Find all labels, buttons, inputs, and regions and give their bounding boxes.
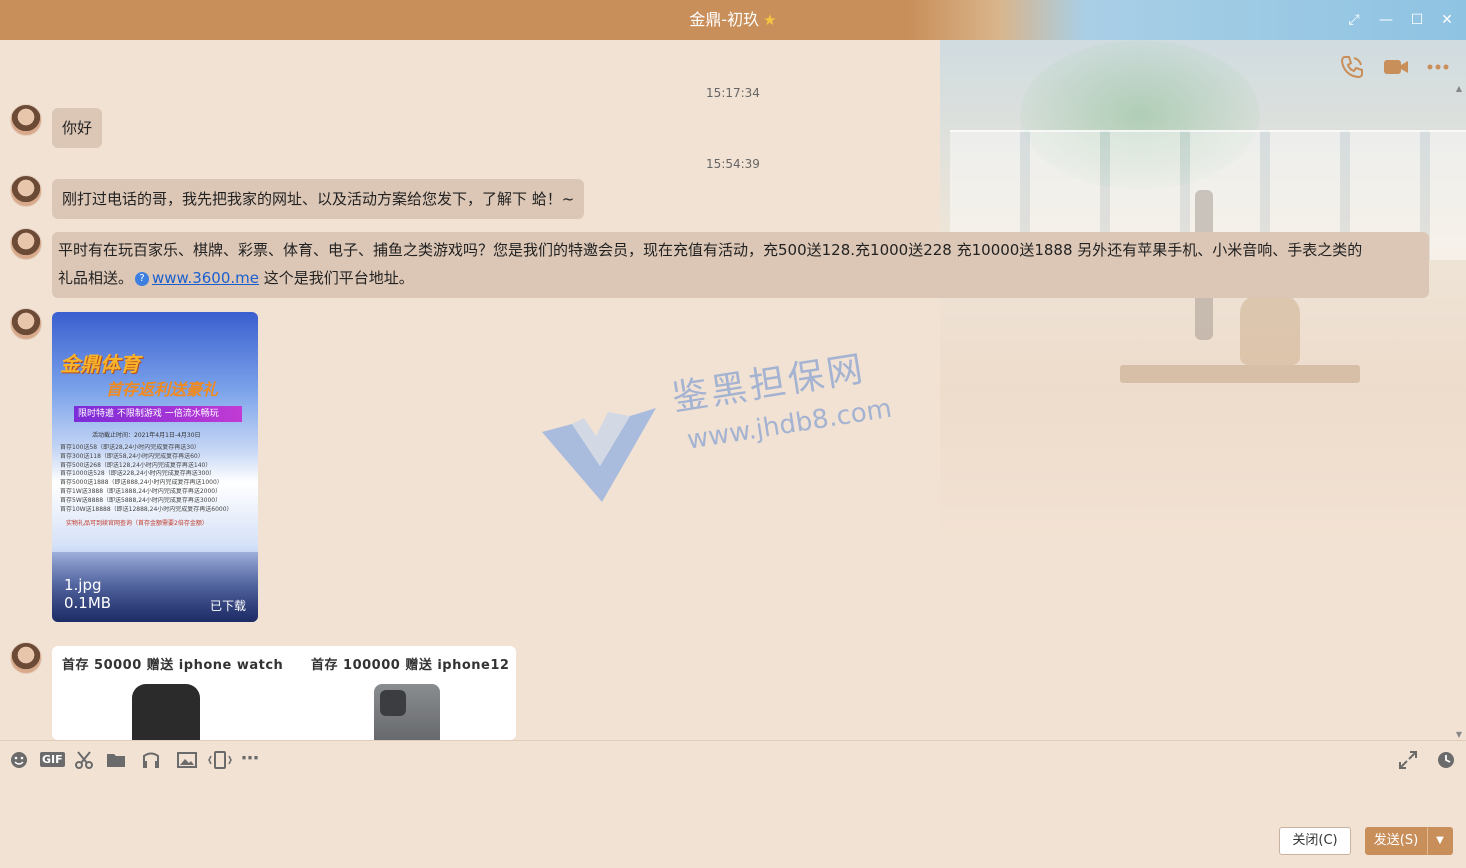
poster-offer-list: 首存100送58（即送28,24小时内完成复存再送30） 首存300送118（即… — [60, 444, 256, 514]
bench-illustration — [1120, 365, 1360, 383]
star-icon: ★ — [763, 11, 777, 29]
timestamp: 15:17:34 — [706, 86, 760, 100]
poster-offer-line: 首存5000送1888（即送888,24小时内完成复存再送1000） — [60, 479, 223, 487]
product-title-phone: 首存 100000 赠送 iphone12 — [311, 658, 510, 673]
iphone-image — [374, 684, 440, 740]
music-icon[interactable] — [141, 750, 161, 770]
screenshot-scissors-icon[interactable] — [74, 750, 94, 770]
image-message-poster[interactable]: 金鼎体育 首存返利送豪礼 限时特邀 不限制游戏 一倍流水畅玩 活动截止时间：20… — [52, 312, 258, 622]
restore-icon[interactable]: ⤢ — [1342, 8, 1366, 32]
window-title: 金鼎-初玖 ★ — [0, 0, 1466, 40]
chat-contact-name: 金鼎-初玖 — [689, 10, 760, 29]
gif-icon[interactable]: GIF — [40, 750, 65, 770]
platform-link[interactable]: www.3600.me — [152, 269, 259, 287]
scroll-up-icon[interactable]: ▲ — [1454, 84, 1464, 94]
poster-offer-line: 首存300送118（即送58,24小时内完成复存再送60） — [60, 452, 204, 460]
close-button[interactable]: 关闭(C) — [1279, 827, 1351, 855]
more-tools-icon[interactable]: ⋯ — [241, 750, 265, 770]
gif-label: GIF — [40, 752, 65, 767]
divider — [0, 740, 1466, 741]
watermark: 鉴黑担保网 www.jhdb8.com — [668, 336, 893, 457]
more-icon[interactable] — [1425, 54, 1451, 80]
close-window-button[interactable]: ✕ — [1435, 8, 1459, 32]
message-text: 刚打过电话的哥，我先把我家的网址、以及活动方案给您发下，了解下 蛤！~ — [62, 190, 575, 208]
message-input[interactable] — [0, 780, 1466, 824]
message-text: 礼品相送。? www.3600.me 这个是我们平台地址。 — [58, 264, 1423, 292]
message-bubble[interactable]: 你好 — [52, 108, 103, 148]
image-icon[interactable] — [177, 750, 197, 770]
message-text-part: 礼品相送。 — [58, 269, 134, 287]
avatar[interactable] — [10, 104, 42, 136]
poster-offer-line: 首存10W送18888（即送12888,24小时内完成复存再送6000） — [60, 505, 233, 513]
message-text: 平时有在玩百家乐、棋牌、彩票、体育、电子、捕鱼之类游戏吗？您是我们的特邀会员，现… — [58, 241, 1363, 259]
expand-icon[interactable] — [1398, 750, 1418, 770]
avatar[interactable] — [10, 175, 42, 207]
poster-tag: 限时特邀 不限制游戏 一倍流水畅玩 — [74, 406, 242, 422]
avatar[interactable] — [10, 642, 42, 674]
message-text: 你好 — [62, 119, 93, 137]
file-name: 1.jpg — [64, 576, 102, 594]
poster-offer-line: 首存100送58（即送28,24小时内完成复存再送30） — [60, 444, 200, 451]
send-options-dropdown[interactable]: ▼ — [1427, 827, 1453, 855]
watermark-logo — [542, 408, 656, 502]
message-bubble[interactable]: 刚打过电话的哥，我先把我家的网址、以及活动方案给您发下，了解下 蛤！~ — [52, 179, 585, 219]
product-title-watch: 首存 50000 赠送 iphone watch — [62, 658, 284, 673]
timestamp: 15:54:39 — [706, 157, 760, 171]
poster-offer-line: 首存500送268（即送128,24小时内完成复存再送140） — [60, 461, 212, 469]
backpack-illustration — [1240, 295, 1300, 365]
poster-subtitle: 首存返利送豪礼 — [106, 380, 219, 399]
download-status: 已下载 — [209, 599, 246, 613]
message-bubble[interactable]: 平时有在玩百家乐、棋牌、彩票、体育、电子、捕鱼之类游戏吗？您是我们的特邀会员，现… — [52, 232, 1429, 298]
file-size: 0.1MB — [64, 594, 112, 612]
apple-watch-image — [132, 676, 200, 740]
avatar[interactable] — [10, 228, 42, 260]
poster-offer-line: 首存1000送528（即送228,24小时内完成复存再送300） — [60, 470, 216, 478]
shake-icon[interactable] — [208, 750, 232, 770]
emoji-icon[interactable] — [9, 750, 29, 770]
avatar[interactable] — [10, 308, 42, 340]
scrollbar[interactable]: ▲ ▼ — [1454, 84, 1464, 740]
security-shield-icon: ? — [135, 271, 150, 286]
message-text-part: 这个是我们平台地址。 — [259, 269, 414, 287]
image-message-products[interactable]: 首存 50000 赠送 iphone watch 首存 100000 赠送 ip… — [52, 646, 516, 740]
history-clock-icon[interactable] — [1436, 750, 1456, 770]
minimize-button[interactable]: — — [1374, 8, 1398, 32]
send-button[interactable]: 发送(S) — [1365, 827, 1427, 855]
poster-offer-line: 首存5W送8888（即送5888,24小时内完成复存再送3000） — [60, 496, 222, 504]
poster-note: 实物礼品可到续官网查询（首存金额需要2倍存金额） — [66, 520, 208, 527]
scroll-down-icon[interactable]: ▼ — [1454, 730, 1464, 740]
maximize-button[interactable]: ☐ — [1405, 8, 1429, 32]
phone-call-icon[interactable] — [1339, 54, 1365, 80]
video-call-icon[interactable] — [1382, 54, 1408, 80]
poster-offer-line: 首存1W送3888（即送1888,24小时内完成复存再送2000） — [60, 487, 222, 495]
poster-brand: 金鼎体育 — [60, 352, 140, 376]
folder-icon[interactable] — [106, 750, 126, 770]
poster-date: 活动截止时间：2021年4月1日-4月30日 — [92, 432, 201, 439]
file-info: 1.jpg 0.1MB — [64, 576, 111, 612]
